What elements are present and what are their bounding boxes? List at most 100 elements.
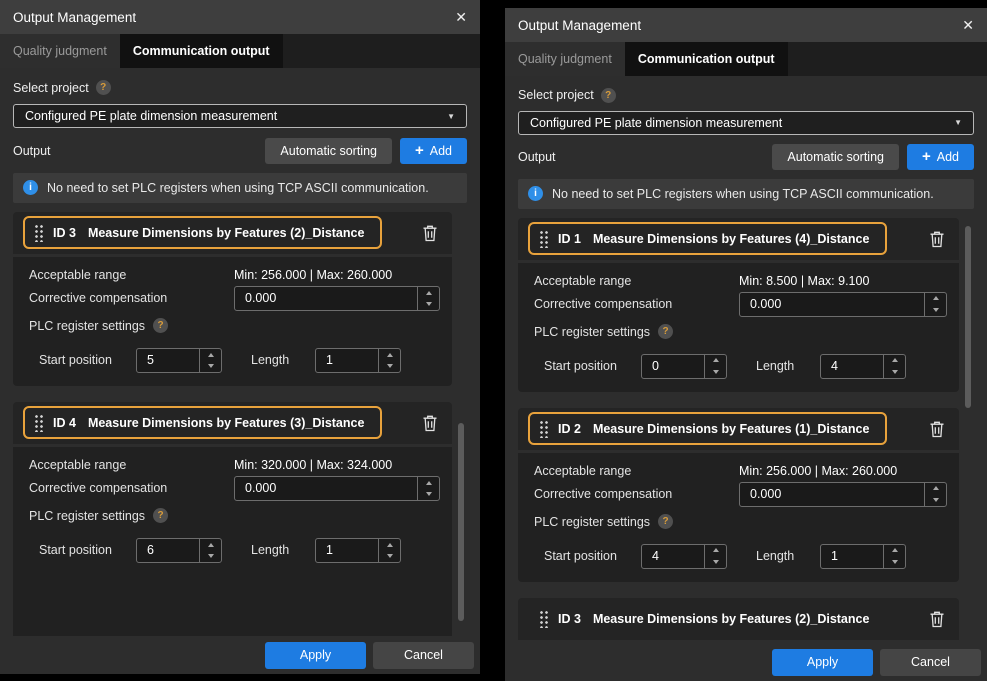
start-position-input[interactable]: 6	[136, 538, 222, 563]
scrollbar[interactable]	[458, 212, 465, 634]
cancel-button[interactable]: Cancel	[373, 642, 474, 669]
delete-icon[interactable]	[422, 224, 438, 242]
spinner-up-icon[interactable]	[705, 355, 726, 367]
spinner-up-icon[interactable]	[884, 355, 905, 367]
start-position-input[interactable]: 4	[641, 544, 727, 569]
spinner-down-icon[interactable]	[925, 304, 946, 316]
add-button[interactable]: + Add	[400, 138, 467, 164]
delete-icon[interactable]	[929, 420, 945, 438]
spinner-up-icon[interactable]	[925, 293, 946, 305]
spinner-arrows	[883, 545, 905, 568]
length-input[interactable]: 1	[820, 544, 906, 569]
scrollbar[interactable]	[965, 218, 972, 641]
spinner-up-icon[interactable]	[418, 287, 439, 299]
length-input[interactable]: 1	[315, 538, 401, 563]
spinner-down-icon[interactable]	[418, 488, 439, 500]
start-position-label: Start position	[544, 359, 641, 373]
output-card-header[interactable]: ID 1 Measure Dimensions by Features (4)_…	[518, 218, 959, 260]
spinner-arrows	[378, 539, 400, 562]
spinner-up-icon[interactable]	[200, 349, 221, 361]
start-position-input[interactable]: 0	[641, 354, 727, 379]
select-project-row: Select project ?	[518, 86, 974, 104]
output-card: ID 1 Measure Dimensions by Features (4)_…	[518, 218, 959, 392]
spinner-up-icon[interactable]	[705, 545, 726, 557]
output-card-header[interactable]: ID 3 Measure Dimensions by Features (2)_…	[518, 598, 959, 640]
help-icon[interactable]: ?	[658, 324, 673, 339]
output-toolbar: Output Automatic sorting + Add	[518, 144, 974, 170]
length-input[interactable]: 1	[315, 348, 401, 373]
corrective-compensation-label: Corrective compensation	[29, 481, 234, 495]
title-bar[interactable]: Output Management ✕	[0, 0, 480, 34]
length-input[interactable]: 4	[820, 354, 906, 379]
help-icon[interactable]: ?	[658, 514, 673, 529]
output-card-header[interactable]: ID 2 Measure Dimensions by Features (1)_…	[518, 408, 959, 450]
spinner-down-icon[interactable]	[884, 556, 905, 568]
tab-communication-output[interactable]: Communication output	[625, 42, 788, 76]
spinner-arrows	[883, 355, 905, 378]
drag-handle-icon[interactable]	[34, 413, 43, 432]
help-icon[interactable]: ?	[153, 508, 168, 523]
corrective-compensation-input[interactable]: 0.000	[739, 292, 947, 317]
close-icon[interactable]: ✕	[455, 9, 467, 26]
card-fields: Acceptable range Min: 256.000 | Max: 260…	[29, 268, 440, 337]
spinner-up-icon[interactable]	[379, 349, 400, 361]
delete-icon[interactable]	[422, 414, 438, 432]
help-icon[interactable]: ?	[153, 318, 168, 333]
close-icon[interactable]: ✕	[962, 17, 974, 34]
corrective-compensation-input[interactable]: 0.000	[234, 286, 440, 311]
info-icon: i	[23, 180, 38, 195]
drag-handle-icon[interactable]	[539, 609, 548, 628]
automatic-sorting-button[interactable]: Automatic sorting	[265, 138, 392, 164]
window-title: Output Management	[518, 18, 641, 33]
project-select[interactable]: Configured PE plate dimension measuremen…	[13, 104, 467, 128]
delete-icon[interactable]	[929, 230, 945, 248]
scrollbar-thumb[interactable]	[458, 423, 464, 621]
spinner-down-icon[interactable]	[379, 360, 400, 372]
tab-communication-output[interactable]: Communication output	[120, 34, 283, 68]
start-position-input[interactable]: 5	[136, 348, 222, 373]
spinner-up-icon[interactable]	[884, 545, 905, 557]
spinner-down-icon[interactable]	[884, 366, 905, 378]
spinner-up-icon[interactable]	[379, 539, 400, 551]
spinner-down-icon[interactable]	[200, 550, 221, 562]
spinner-down-icon[interactable]	[200, 360, 221, 372]
corrective-compensation-input[interactable]: 0.000	[234, 476, 440, 501]
tab-quality-judgment[interactable]: Quality judgment	[0, 34, 120, 68]
tab-label: Quality judgment	[518, 52, 612, 66]
apply-button[interactable]: Apply	[265, 642, 366, 669]
output-name: Measure Dimensions by Features (2)_Dista…	[88, 226, 365, 240]
window-title: Output Management	[13, 10, 136, 25]
toolbar-buttons: Automatic sorting + Add	[772, 144, 974, 170]
chevron-down-icon: ▼	[447, 112, 455, 121]
spinner-down-icon[interactable]	[705, 366, 726, 378]
spinner-down-icon[interactable]	[925, 494, 946, 506]
register-position-row: Start position 0 Length 4	[534, 354, 947, 379]
spinner-up-icon[interactable]	[925, 483, 946, 495]
spinner-down-icon[interactable]	[379, 550, 400, 562]
output-cards: ID 3 Measure Dimensions by Features (2)_…	[13, 212, 452, 636]
help-icon[interactable]: ?	[96, 80, 111, 95]
title-bar[interactable]: Output Management ✕	[505, 8, 987, 42]
footer: Apply Cancel	[0, 636, 480, 674]
drag-handle-icon[interactable]	[539, 229, 548, 248]
output-card-header[interactable]: ID 4 Measure Dimensions by Features (3)_…	[13, 402, 452, 444]
drag-handle-icon[interactable]	[34, 223, 43, 242]
add-button[interactable]: + Add	[907, 144, 974, 170]
spinner-up-icon[interactable]	[418, 477, 439, 489]
scrollbar-thumb[interactable]	[965, 226, 971, 408]
cancel-button[interactable]: Cancel	[880, 649, 981, 676]
info-banner: i No need to set PLC registers when usin…	[518, 179, 974, 209]
help-icon[interactable]: ?	[601, 88, 616, 103]
spinner-down-icon[interactable]	[705, 556, 726, 568]
output-id: ID 1	[558, 232, 581, 246]
apply-button[interactable]: Apply	[772, 649, 873, 676]
output-card-header[interactable]: ID 3 Measure Dimensions by Features (2)_…	[13, 212, 452, 254]
delete-icon[interactable]	[929, 610, 945, 628]
spinner-down-icon[interactable]	[418, 298, 439, 310]
automatic-sorting-button[interactable]: Automatic sorting	[772, 144, 899, 170]
corrective-compensation-input[interactable]: 0.000	[739, 482, 947, 507]
tab-quality-judgment[interactable]: Quality judgment	[505, 42, 625, 76]
drag-handle-icon[interactable]	[539, 419, 548, 438]
spinner-up-icon[interactable]	[200, 539, 221, 551]
project-select[interactable]: Configured PE plate dimension measuremen…	[518, 111, 974, 134]
